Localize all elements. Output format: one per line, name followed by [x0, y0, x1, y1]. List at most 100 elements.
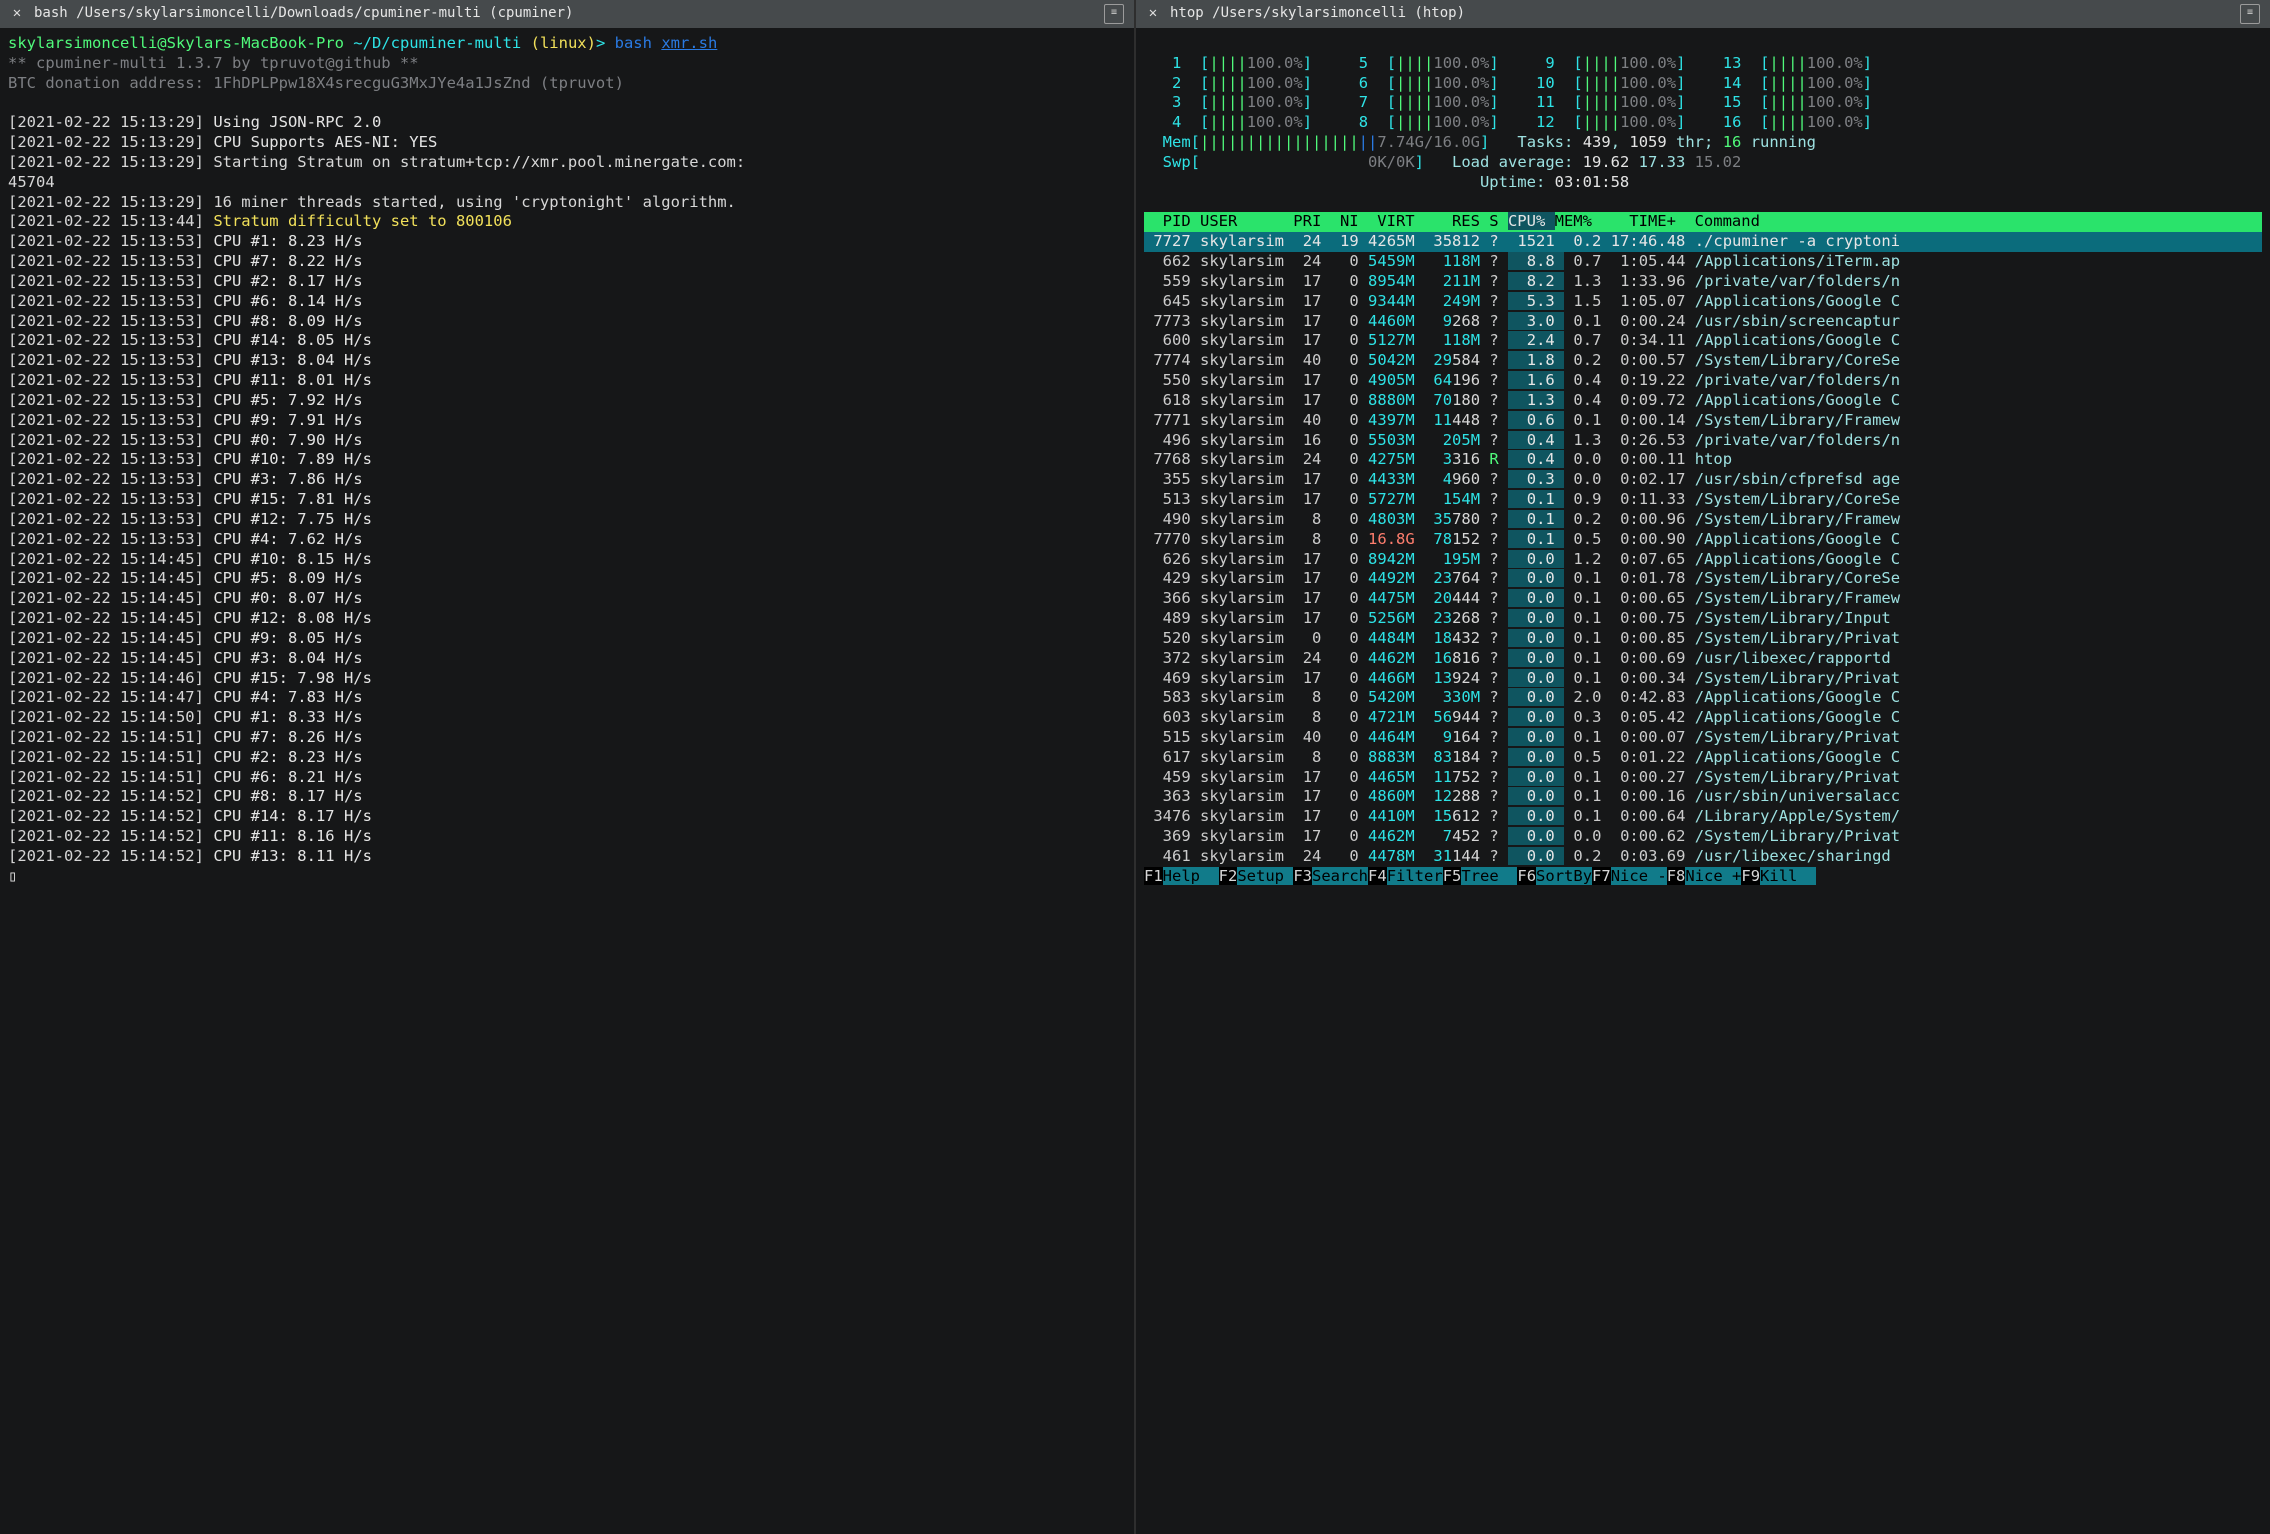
fkey-label: F6	[1517, 867, 1536, 885]
process-row[interactable]: 490 skylarsim 8 0 4803M 35780 ? 0.1 0.2 …	[1144, 510, 2262, 530]
log-line: [2021-02-22 15:13:53] CPU #14: 8.05 H/s	[8, 331, 1126, 351]
prompt-line: skylarsimoncelli@Skylars-MacBook-Pro ~/D…	[8, 34, 1126, 54]
right-tab-title: htop /Users/skylarsimoncelli (htop)	[1170, 5, 2240, 23]
log-line: [2021-02-22 15:13:53] CPU #0: 7.90 H/s	[8, 431, 1126, 451]
fkey-label: F8	[1667, 867, 1686, 885]
left-tabbar[interactable]: ✕ bash /Users/skylarsimoncelli/Downloads…	[0, 0, 1134, 28]
cpu-meter-row: 1 [||||100.0%] 5 [||||100.0%] 9 [||||100…	[1144, 54, 2262, 74]
process-row[interactable]: 559 skylarsim 17 0 8954M 211M ? 8.2 1.3 …	[1144, 272, 2262, 292]
blank-line	[1144, 193, 2262, 213]
process-row[interactable]: 363 skylarsim 17 0 4860M 12288 ? 0.0 0.1…	[1144, 787, 2262, 807]
process-row[interactable]: 583 skylarsim 8 0 5420M 330M ? 0.0 2.0 0…	[1144, 688, 2262, 708]
blank-line	[8, 93, 1126, 113]
cpu-meter-row: 4 [||||100.0%] 8 [||||100.0%] 12 [||||10…	[1144, 113, 2262, 133]
log-line: [2021-02-22 15:14:50] CPU #1: 8.33 H/s	[8, 708, 1126, 728]
right-terminal[interactable]: 1 [||||100.0%] 5 [||||100.0%] 9 [||||100…	[1136, 28, 2270, 1534]
process-row[interactable]: 355 skylarsim 17 0 4433M 4960 ? 0.3 0.0 …	[1144, 470, 2262, 490]
process-row[interactable]: 618 skylarsim 17 0 8880M 70180 ? 1.3 0.4…	[1144, 391, 2262, 411]
log-line: [2021-02-22 15:14:45] CPU #0: 8.07 H/s	[8, 589, 1126, 609]
mem-tasks-row: Mem[|||||||||||||||||||7.74G/16.0G] Task…	[1144, 133, 2262, 153]
process-row[interactable]: 515 skylarsim 40 0 4464M 9164 ? 0.0 0.1 …	[1144, 728, 2262, 748]
right-tabbar[interactable]: ✕ htop /Users/skylarsimoncelli (htop) ≡	[1136, 0, 2270, 28]
process-row[interactable]: 645 skylarsim 17 0 9344M 249M ? 5.3 1.5 …	[1144, 292, 2262, 312]
log-line: [2021-02-22 15:13:53] CPU #4: 7.62 H/s	[8, 530, 1126, 550]
log-line: [2021-02-22 15:13:53] CPU #8: 8.09 H/s	[8, 312, 1126, 332]
cursor: ▯	[8, 867, 1126, 887]
process-table-header[interactable]: PID USER PRI NI VIRT RES S CPU% MEM% TIM…	[1144, 212, 2262, 232]
fkey-action[interactable]: Tree	[1461, 867, 1517, 885]
process-row[interactable]: 429 skylarsim 17 0 4492M 23764 ? 0.0 0.1…	[1144, 569, 2262, 589]
process-row[interactable]: 7773 skylarsim 17 0 4460M 9268 ? 3.0 0.1…	[1144, 312, 2262, 332]
fkey-label: F4	[1368, 867, 1387, 885]
process-row[interactable]: 617 skylarsim 8 0 8883M 83184 ? 0.0 0.5 …	[1144, 748, 2262, 768]
log-line: [2021-02-22 15:13:53] CPU #11: 8.01 H/s	[8, 371, 1126, 391]
log-line: [2021-02-22 15:13:53] CPU #9: 7.91 H/s	[8, 411, 1126, 431]
process-row[interactable]: 461 skylarsim 24 0 4478M 31144 ? 0.0 0.2…	[1144, 847, 2262, 867]
log-line: [2021-02-22 15:13:29] Using JSON-RPC 2.0	[8, 113, 1126, 133]
fkey-action[interactable]: Nice -	[1611, 867, 1667, 885]
fkey-label: F3	[1293, 867, 1312, 885]
process-row[interactable]: 603 skylarsim 8 0 4721M 56944 ? 0.0 0.3 …	[1144, 708, 2262, 728]
log-line: [2021-02-22 15:13:53] CPU #15: 7.81 H/s	[8, 490, 1126, 510]
log-line: [2021-02-22 15:13:44] Stratum difficulty…	[8, 212, 1126, 232]
log-line: [2021-02-22 15:14:51] CPU #2: 8.23 H/s	[8, 748, 1126, 768]
hamburger-icon[interactable]: ≡	[2240, 4, 2260, 24]
log-line: [2021-02-22 15:14:52] CPU #11: 8.16 H/s	[8, 827, 1126, 847]
uptime-row: Uptime: 03:01:58	[1144, 173, 2262, 193]
log-line: [2021-02-22 15:13:53] CPU #13: 8.04 H/s	[8, 351, 1126, 371]
cpu-meter-row: 3 [||||100.0%] 7 [||||100.0%] 11 [||||10…	[1144, 93, 2262, 113]
fkey-action[interactable]: SortBy	[1536, 867, 1592, 885]
left-terminal[interactable]: skylarsimoncelli@Skylars-MacBook-Pro ~/D…	[0, 28, 1134, 1534]
log-line: [2021-02-22 15:13:53] CPU #10: 7.89 H/s	[8, 450, 1126, 470]
fkey-label: F7	[1592, 867, 1611, 885]
process-row[interactable]: 469 skylarsim 17 0 4466M 13924 ? 0.0 0.1…	[1144, 669, 2262, 689]
fkey-action[interactable]: Nice +	[1685, 867, 1741, 885]
blank-line	[1144, 34, 2262, 54]
fkey-action[interactable]: Setup	[1237, 867, 1293, 885]
process-row[interactable]: 600 skylarsim 17 0 5127M 118M ? 2.4 0.7 …	[1144, 331, 2262, 351]
process-row[interactable]: 662 skylarsim 24 0 5459M 118M ? 8.8 0.7 …	[1144, 252, 2262, 272]
process-row[interactable]: 496 skylarsim 16 0 5503M 205M ? 0.4 1.3 …	[1144, 431, 2262, 451]
process-row[interactable]: 3476 skylarsim 17 0 4410M 15612 ? 0.0 0.…	[1144, 807, 2262, 827]
process-row[interactable]: 513 skylarsim 17 0 5727M 154M ? 0.1 0.9 …	[1144, 490, 2262, 510]
close-icon[interactable]: ✕	[1146, 7, 1160, 21]
fkey-action[interactable]: Kill	[1760, 867, 1816, 885]
process-row[interactable]: 520 skylarsim 0 0 4484M 18432 ? 0.0 0.1 …	[1144, 629, 2262, 649]
log-line: [2021-02-22 15:13:53] CPU #1: 8.23 H/s	[8, 232, 1126, 252]
log-line: [2021-02-22 15:13:53] CPU #2: 8.17 H/s	[8, 272, 1126, 292]
process-row[interactable]: 550 skylarsim 17 0 4905M 64196 ? 1.6 0.4…	[1144, 371, 2262, 391]
banner-line: ** cpuminer-multi 1.3.7 by tpruvot@githu…	[8, 54, 1126, 74]
process-row[interactable]: 7770 skylarsim 8 0 16.8G 78152 ? 0.1 0.5…	[1144, 530, 2262, 550]
fkey-label: F5	[1443, 867, 1462, 885]
log-line: [2021-02-22 15:14:45] CPU #9: 8.05 H/s	[8, 629, 1126, 649]
process-row[interactable]: 7768 skylarsim 24 0 4275M 3316 R 0.4 0.0…	[1144, 450, 2262, 470]
process-row[interactable]: 7771 skylarsim 40 0 4397M 11448 ? 0.6 0.…	[1144, 411, 2262, 431]
fkey-action[interactable]: Filter	[1387, 867, 1443, 885]
log-line: [2021-02-22 15:14:52] CPU #8: 8.17 H/s	[8, 787, 1126, 807]
log-line: [2021-02-22 15:14:46] CPU #15: 7.98 H/s	[8, 669, 1126, 689]
log-line: [2021-02-22 15:13:53] CPU #7: 8.22 H/s	[8, 252, 1126, 272]
log-line: [2021-02-22 15:13:29] Starting Stratum o…	[8, 153, 1126, 173]
log-line: [2021-02-22 15:13:53] CPU #12: 7.75 H/s	[8, 510, 1126, 530]
process-row[interactable]: 7727 skylarsim 24 19 4265M 35812 ? 1521 …	[1144, 232, 2262, 252]
process-row[interactable]: 626 skylarsim 17 0 8942M 195M ? 0.0 1.2 …	[1144, 550, 2262, 570]
close-icon[interactable]: ✕	[10, 7, 24, 21]
process-row[interactable]: 372 skylarsim 24 0 4462M 16816 ? 0.0 0.1…	[1144, 649, 2262, 669]
log-line: [2021-02-22 15:13:53] CPU #5: 7.92 H/s	[8, 391, 1126, 411]
hamburger-icon[interactable]: ≡	[1104, 4, 1124, 24]
process-row[interactable]: 459 skylarsim 17 0 4465M 11752 ? 0.0 0.1…	[1144, 768, 2262, 788]
fkey-label: F2	[1219, 867, 1238, 885]
fkey-action[interactable]: Search	[1312, 867, 1368, 885]
log-line: [2021-02-22 15:14:52] CPU #14: 8.17 H/s	[8, 807, 1126, 827]
process-row[interactable]: 489 skylarsim 17 0 5256M 23268 ? 0.0 0.1…	[1144, 609, 2262, 629]
swp-load-row: Swp[ 0K/0K] Load average: 19.62 17.33 15…	[1144, 153, 2262, 173]
log-line: [2021-02-22 15:13:29] 16 miner threads s…	[8, 193, 1126, 213]
log-line: 45704	[8, 173, 1126, 193]
left-tab-title: bash /Users/skylarsimoncelli/Downloads/c…	[34, 5, 1104, 23]
log-line: [2021-02-22 15:14:51] CPU #7: 8.26 H/s	[8, 728, 1126, 748]
process-row[interactable]: 7774 skylarsim 40 0 5042M 29584 ? 1.8 0.…	[1144, 351, 2262, 371]
process-row[interactable]: 366 skylarsim 17 0 4475M 20444 ? 0.0 0.1…	[1144, 589, 2262, 609]
log-line: [2021-02-22 15:14:52] CPU #13: 8.11 H/s	[8, 847, 1126, 867]
process-row[interactable]: 369 skylarsim 17 0 4462M 7452 ? 0.0 0.0 …	[1144, 827, 2262, 847]
fkey-action[interactable]: Help	[1163, 867, 1219, 885]
